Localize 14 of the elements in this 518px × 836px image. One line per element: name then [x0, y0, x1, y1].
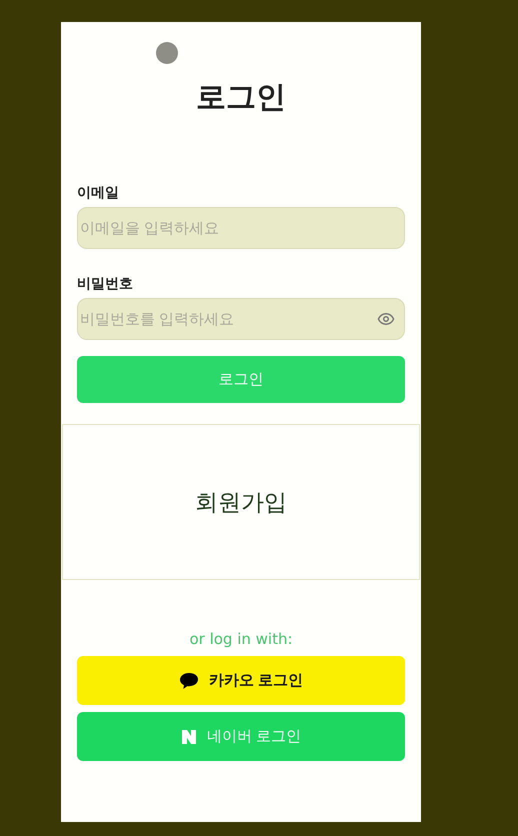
speech-bubble-icon	[178, 672, 199, 690]
kakao-login-button[interactable]: 카카오 로그인	[77, 656, 405, 705]
signup-button[interactable]: 회원가입	[62, 424, 420, 580]
eye-icon[interactable]	[377, 310, 395, 328]
social-caption: or log in with:	[188, 630, 294, 648]
button-label: 카카오 로그인	[208, 671, 304, 690]
page-title: 로그인	[195, 79, 287, 117]
field-label: 비밀번호	[77, 275, 134, 293]
password-field[interactable]: 비밀번호를 입력하세요	[77, 298, 405, 340]
button-label: 네이버 로그인	[206, 727, 302, 746]
n-letter-icon	[180, 728, 197, 744]
dot-icon	[156, 42, 178, 64]
field-label: 이메일	[77, 184, 120, 202]
email-field[interactable]: 이메일을 입력하세요	[77, 207, 405, 249]
